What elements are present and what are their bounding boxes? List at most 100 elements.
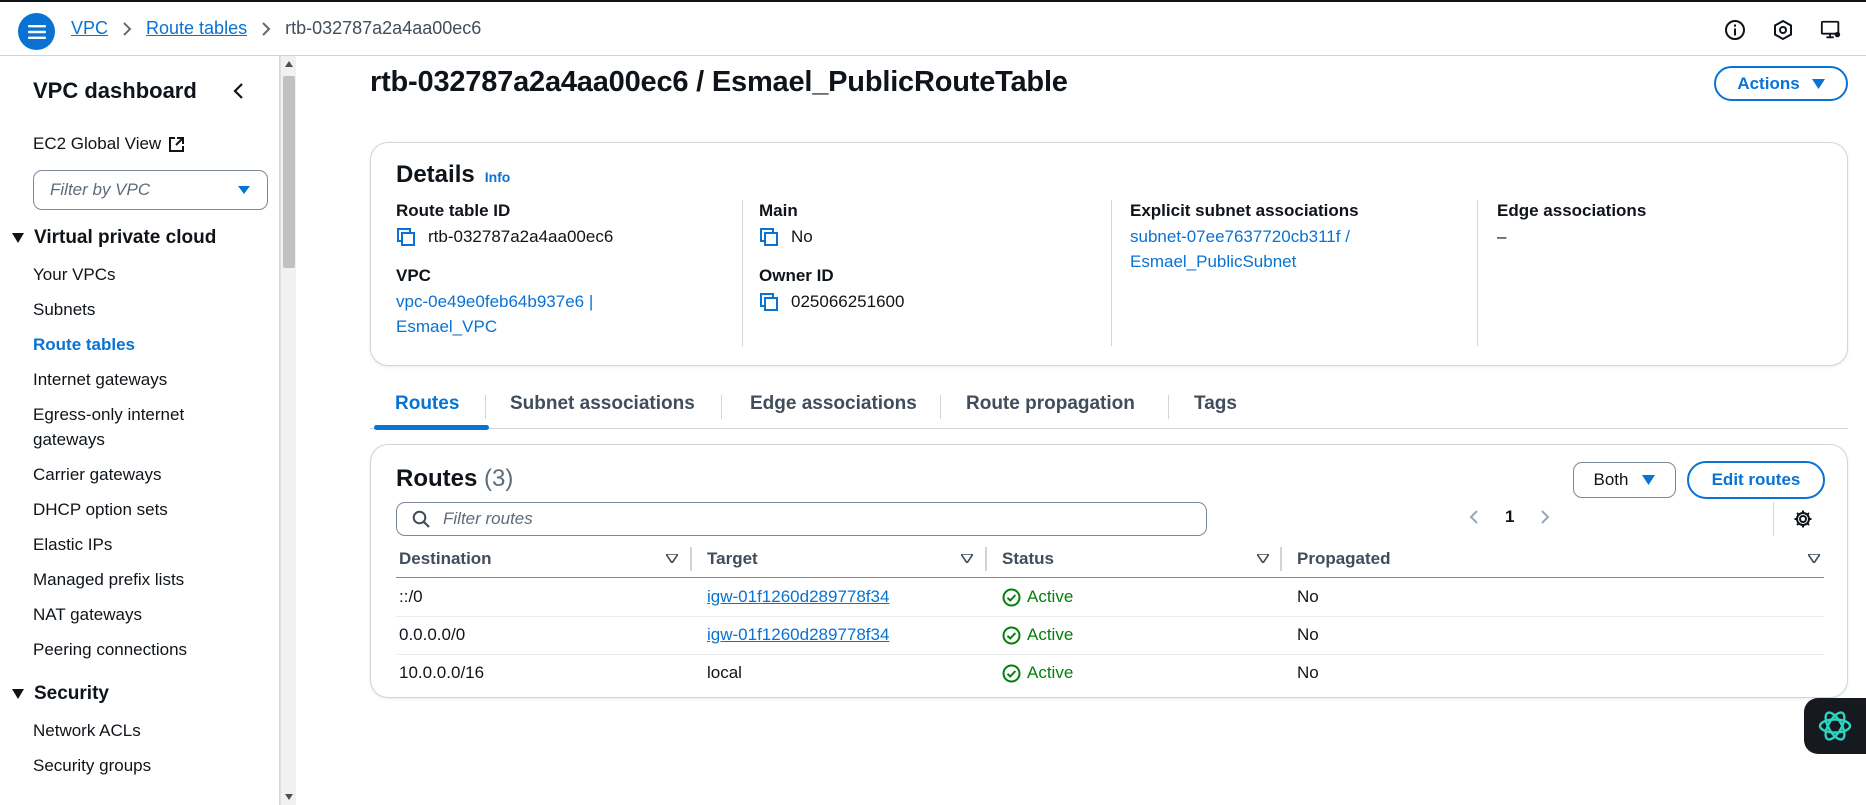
sidebar-section-security[interactable]: Security xyxy=(12,683,109,705)
vpc-link-line2[interactable]: Esmael_VPC xyxy=(396,314,686,339)
column-header-target[interactable]: Target xyxy=(707,549,758,569)
sidebar-item-route-tables[interactable]: Route tables xyxy=(33,332,135,357)
caret-down-icon xyxy=(237,185,251,195)
filter-routes-input[interactable]: Filter routes xyxy=(396,502,1207,536)
route-filter-select[interactable]: Both xyxy=(1573,462,1676,498)
explicit-subnet-link-line2[interactable]: Esmael_PublicSubnet xyxy=(1130,249,1481,274)
breadcrumb-vpc[interactable]: VPC xyxy=(71,18,108,39)
next-page-icon[interactable] xyxy=(1540,509,1550,525)
sidebar-item-carrier-gateways[interactable]: Carrier gateways xyxy=(33,462,162,487)
sidebar-item-your-vpcs[interactable]: Your VPCs xyxy=(33,262,116,287)
chevron-right-icon xyxy=(261,21,271,36)
column-header-status[interactable]: Status xyxy=(1002,549,1054,569)
actions-button[interactable]: Actions xyxy=(1714,66,1848,101)
table-row: 10.0.0.0/16 local Active No xyxy=(396,655,1824,693)
owner-id-text: 025066251600 xyxy=(791,292,905,311)
scrollbar-thumb[interactable] xyxy=(283,76,295,268)
sort-caret-icon[interactable] xyxy=(1257,554,1269,563)
explicit-subnet-link-line1[interactable]: subnet-07ee7637720cb311f / xyxy=(1130,224,1481,249)
cell-target: local xyxy=(707,663,742,682)
sidebar-item-dhcp-option-sets[interactable]: DHCP option sets xyxy=(33,497,168,522)
sidebar-item-ec2-global-view[interactable]: EC2 Global View xyxy=(33,134,185,154)
display-settings-icon[interactable] xyxy=(1820,19,1842,41)
cell-target-link[interactable]: igw-01f1260d289778f34 xyxy=(707,625,889,645)
top-bar: VPC Route tables rtb-032787a2a4aa00ec6 xyxy=(0,0,1866,56)
filter-routes-placeholder: Filter routes xyxy=(443,509,533,528)
sidebar-section-vpc[interactable]: Virtual private cloud xyxy=(12,227,216,249)
vpc-filter-select[interactable]: Filter by VPC xyxy=(33,170,268,210)
chevron-left-icon[interactable] xyxy=(232,82,244,100)
cell-destination: 0.0.0.0/0 xyxy=(399,625,466,644)
check-circle-icon xyxy=(1002,588,1021,607)
security-hexagon-icon[interactable] xyxy=(1772,19,1794,41)
tab-subnet-associations[interactable]: Subnet associations xyxy=(510,393,695,415)
routes-table-header: Destination Target Status Propagated xyxy=(396,545,1824,578)
tab-route-propagation[interactable]: Route propagation xyxy=(966,393,1135,415)
chevron-right-icon xyxy=(122,21,132,36)
tab-divider xyxy=(721,395,722,419)
vpc-link-line1[interactable]: vpc-0e49e0feb64b937e6 | xyxy=(396,289,686,314)
menu-icon[interactable] xyxy=(18,13,55,50)
caret-down-icon xyxy=(12,233,24,243)
column-divider[interactable] xyxy=(1280,547,1282,571)
sidebar-section-label: Security xyxy=(34,683,109,704)
column-header-destination[interactable]: Destination xyxy=(399,549,492,569)
edit-routes-button[interactable]: Edit routes xyxy=(1687,461,1825,499)
sort-caret-icon[interactable] xyxy=(666,554,678,563)
copy-icon[interactable] xyxy=(759,227,779,247)
external-link-icon xyxy=(168,136,185,153)
tab-routes[interactable]: Routes xyxy=(395,393,459,415)
tab-tags[interactable]: Tags xyxy=(1194,393,1237,415)
sidebar-item-elastic-ips[interactable]: Elastic IPs xyxy=(33,532,112,557)
sidebar-item-peering-connections[interactable]: Peering connections xyxy=(33,637,187,662)
ai-assistant-button[interactable] xyxy=(1804,698,1866,754)
main-label: Main xyxy=(759,201,798,220)
column-header-propagated[interactable]: Propagated xyxy=(1297,549,1391,569)
column-divider[interactable] xyxy=(690,547,692,571)
sidebar-section-label: Virtual private cloud xyxy=(34,227,217,248)
tab-divider xyxy=(940,395,941,419)
copy-icon[interactable] xyxy=(759,292,779,312)
details-column-2: Main No Owner ID 025066251600 xyxy=(742,200,1112,346)
cell-target-link[interactable]: igw-01f1260d289778f34 xyxy=(707,587,889,607)
gear-icon[interactable] xyxy=(1793,509,1813,529)
top-icons xyxy=(1724,19,1842,41)
sidebar-item-managed-prefix-lists[interactable]: Managed prefix lists xyxy=(33,567,184,592)
sidebar: VPC dashboard EC2 Global View Filter by … xyxy=(0,56,280,805)
page-title: rtb-032787a2a4aa00ec6 / Esmael_PublicRou… xyxy=(370,66,1068,98)
status-text: Active xyxy=(1027,663,1074,682)
table-row: ::/0 igw-01f1260d289778f34 Active No xyxy=(396,579,1824,617)
status-text: Active xyxy=(1027,625,1074,644)
sidebar-scrollbar[interactable] xyxy=(280,56,296,805)
page-number[interactable]: 1 xyxy=(1505,507,1514,527)
cell-destination: 10.0.0.0/16 xyxy=(399,663,485,682)
sort-caret-icon[interactable] xyxy=(961,554,973,563)
copy-icon[interactable] xyxy=(396,227,416,247)
cell-propagated: No xyxy=(1297,625,1319,644)
cell-status: Active xyxy=(1002,587,1073,607)
info-link[interactable]: Info xyxy=(485,169,511,185)
status-text: Active xyxy=(1027,587,1074,606)
tab-edge-associations[interactable]: Edge associations xyxy=(750,393,917,415)
breadcrumb-route-tables[interactable]: Route tables xyxy=(146,18,247,39)
column-divider[interactable] xyxy=(985,547,987,571)
scroll-up-icon[interactable] xyxy=(285,61,293,67)
details-column-1: Route table ID rtb-032787a2a4aa00ec6 VPC… xyxy=(396,200,686,346)
scroll-down-icon[interactable] xyxy=(285,794,293,800)
ai-assistant-icon xyxy=(1816,707,1854,745)
details-column-3: Explicit subnet associations subnet-07ee… xyxy=(1111,200,1481,346)
pager-divider xyxy=(1773,502,1774,536)
route-table-id-label: Route table ID xyxy=(396,201,511,220)
sidebar-item-subnets[interactable]: Subnets xyxy=(33,297,95,322)
prev-page-icon[interactable] xyxy=(1469,509,1479,525)
sidebar-item-network-acls[interactable]: Network ACLs xyxy=(33,718,141,743)
sidebar-item-nat-gateways[interactable]: NAT gateways xyxy=(33,602,142,627)
tab-divider xyxy=(1168,395,1169,419)
sidebar-item-egress-only-internet-gateways[interactable]: Egress-only internet gateways xyxy=(33,402,233,452)
info-icon[interactable] xyxy=(1724,19,1746,41)
sidebar-item-internet-gateways[interactable]: Internet gateways xyxy=(33,367,167,392)
sidebar-item-security-groups[interactable]: Security groups xyxy=(33,753,151,778)
sort-caret-icon[interactable] xyxy=(1808,554,1820,563)
route-table-id-text: rtb-032787a2a4aa00ec6 xyxy=(428,227,614,246)
cell-destination: ::/0 xyxy=(399,587,423,606)
